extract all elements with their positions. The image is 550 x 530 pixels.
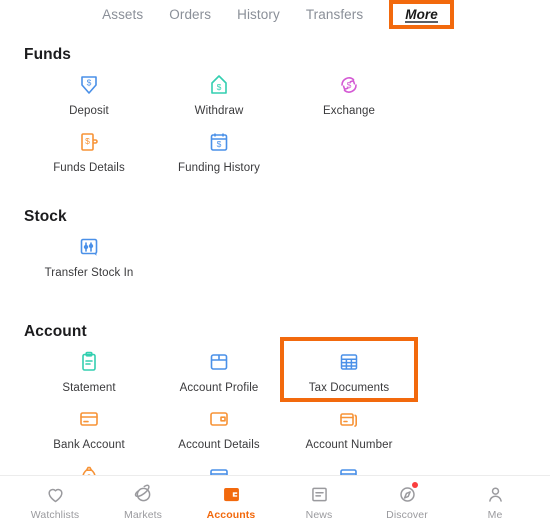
bottom-nav-markets[interactable]: Markets: [112, 483, 174, 521]
menu-item-transfer-stock-in[interactable]: Transfer Stock In: [24, 226, 154, 283]
transfer-stock-chart-icon: [76, 234, 102, 260]
bottom-nav-watchlists[interactable]: Watchlists: [24, 483, 86, 521]
heart-icon: [44, 483, 66, 505]
bottom-nav-news[interactable]: News: [288, 483, 350, 521]
section-stock: Stock: [0, 208, 550, 226]
menu-content: Funds $ Deposit $ Withdraw $ Exchange $ …: [0, 28, 550, 530]
bottom-nav-label: Me: [487, 509, 503, 521]
menu-item-label: Bank Account: [53, 439, 125, 451]
menu-item-label: Deposit: [69, 105, 109, 117]
section-account-title: Account: [24, 323, 87, 340]
menu-item-label: Exchange: [323, 105, 375, 117]
menu-item-tax-documents[interactable]: Tax Documents: [280, 337, 418, 402]
tab-more[interactable]: More: [389, 0, 454, 29]
menu-item-exchange[interactable]: $ Exchange: [284, 64, 414, 121]
menu-item-label: Account Number: [305, 439, 393, 451]
bottom-nav-label: News: [305, 509, 333, 521]
section-account: Account: [0, 323, 550, 341]
menu-item-withdraw[interactable]: $ Withdraw: [154, 64, 284, 121]
tab-history[interactable]: History: [235, 5, 282, 24]
menu-item-label: Funds Details: [53, 162, 125, 174]
compass-icon: [396, 482, 418, 505]
tab-transfers-label: Transfers: [305, 6, 364, 22]
bottom-nav-label: Discover: [386, 509, 428, 521]
bottom-nav-accounts[interactable]: Accounts: [200, 483, 262, 521]
menu-item-label: Tax Documents: [308, 382, 390, 394]
section-funds-title: Funds: [24, 46, 71, 63]
bottom-navigation-bar: Watchlists Markets Accounts News Discove…: [0, 475, 550, 530]
svg-text:$: $: [85, 136, 90, 146]
menu-item-label: Withdraw: [194, 105, 244, 117]
bank-account-card-icon: [76, 406, 102, 432]
deposit-arrow-dollar-icon: $: [76, 72, 102, 98]
tab-assets-label: Assets: [102, 6, 144, 22]
tab-history-label: History: [237, 6, 280, 22]
menu-item-funding-history[interactable]: $ Funding History: [154, 121, 284, 178]
account-number-cards-icon: [336, 406, 362, 432]
svg-text:$: $: [217, 82, 222, 92]
menu-item-label: Account Details: [178, 439, 260, 451]
top-tab-bar: Assets Orders History Transfers More: [0, 0, 550, 29]
bottom-nav-label: Watchlists: [30, 509, 80, 521]
svg-text:$: $: [217, 139, 222, 149]
tab-more-label: More: [405, 6, 438, 22]
statement-clipboard-icon: [76, 349, 102, 375]
menu-item-label: Account Profile: [179, 382, 259, 394]
notification-badge-dot: [412, 482, 418, 488]
withdraw-house-dollar-icon: $: [206, 72, 232, 98]
planet-icon: [132, 483, 154, 505]
bottom-nav-me[interactable]: Me: [464, 483, 526, 521]
menu-item-label: Transfer Stock In: [44, 267, 134, 279]
app-screen: Assets Orders History Transfers More Fun…: [0, 0, 550, 530]
wallet-icon: [220, 483, 242, 505]
section-stock-title: Stock: [24, 208, 67, 225]
menu-item-bank-account[interactable]: Bank Account: [24, 398, 154, 455]
tab-assets[interactable]: Assets: [100, 5, 145, 24]
funds-grid: $ Deposit $ Withdraw $ Exchange $ Funds …: [24, 64, 414, 178]
account-details-wallet-icon: [206, 406, 232, 432]
menu-item-statement[interactable]: Statement: [24, 341, 154, 398]
funds-details-document-dollar-icon: $: [76, 129, 102, 155]
tab-more-underline: [405, 21, 438, 23]
section-funds: Funds: [0, 46, 550, 64]
svg-text:$: $: [87, 78, 92, 88]
tab-orders-label: Orders: [169, 6, 212, 22]
svg-text:$: $: [347, 80, 352, 90]
bottom-nav-discover[interactable]: Discover: [376, 482, 438, 521]
tab-orders[interactable]: Orders: [167, 5, 213, 24]
grid-empty-cell: [284, 121, 414, 178]
menu-item-account-details[interactable]: Account Details: [154, 398, 284, 455]
grid-empty-cell: [154, 226, 284, 283]
menu-item-account-profile[interactable]: Account Profile: [154, 341, 284, 398]
tax-documents-table-icon: [336, 349, 362, 375]
menu-item-label: Funding History: [177, 162, 261, 174]
exchange-circular-dollar-icon: $: [336, 72, 362, 98]
tab-transfers[interactable]: Transfers: [304, 5, 365, 24]
menu-item-funds-details[interactable]: $ Funds Details: [24, 121, 154, 178]
document-icon: [308, 483, 330, 505]
bottom-nav-label: Accounts: [206, 509, 256, 521]
bottom-nav-label: Markets: [123, 509, 163, 521]
menu-item-label: Statement: [62, 382, 116, 394]
menu-item-account-number[interactable]: Account Number: [284, 398, 414, 455]
menu-item-deposit[interactable]: $ Deposit: [24, 64, 154, 121]
funding-history-calendar-dollar-icon: $: [206, 129, 232, 155]
grid-empty-cell: [284, 226, 414, 283]
person-icon: [484, 483, 506, 505]
stock-grid: Transfer Stock In: [24, 226, 414, 283]
account-profile-window-icon: [206, 349, 232, 375]
